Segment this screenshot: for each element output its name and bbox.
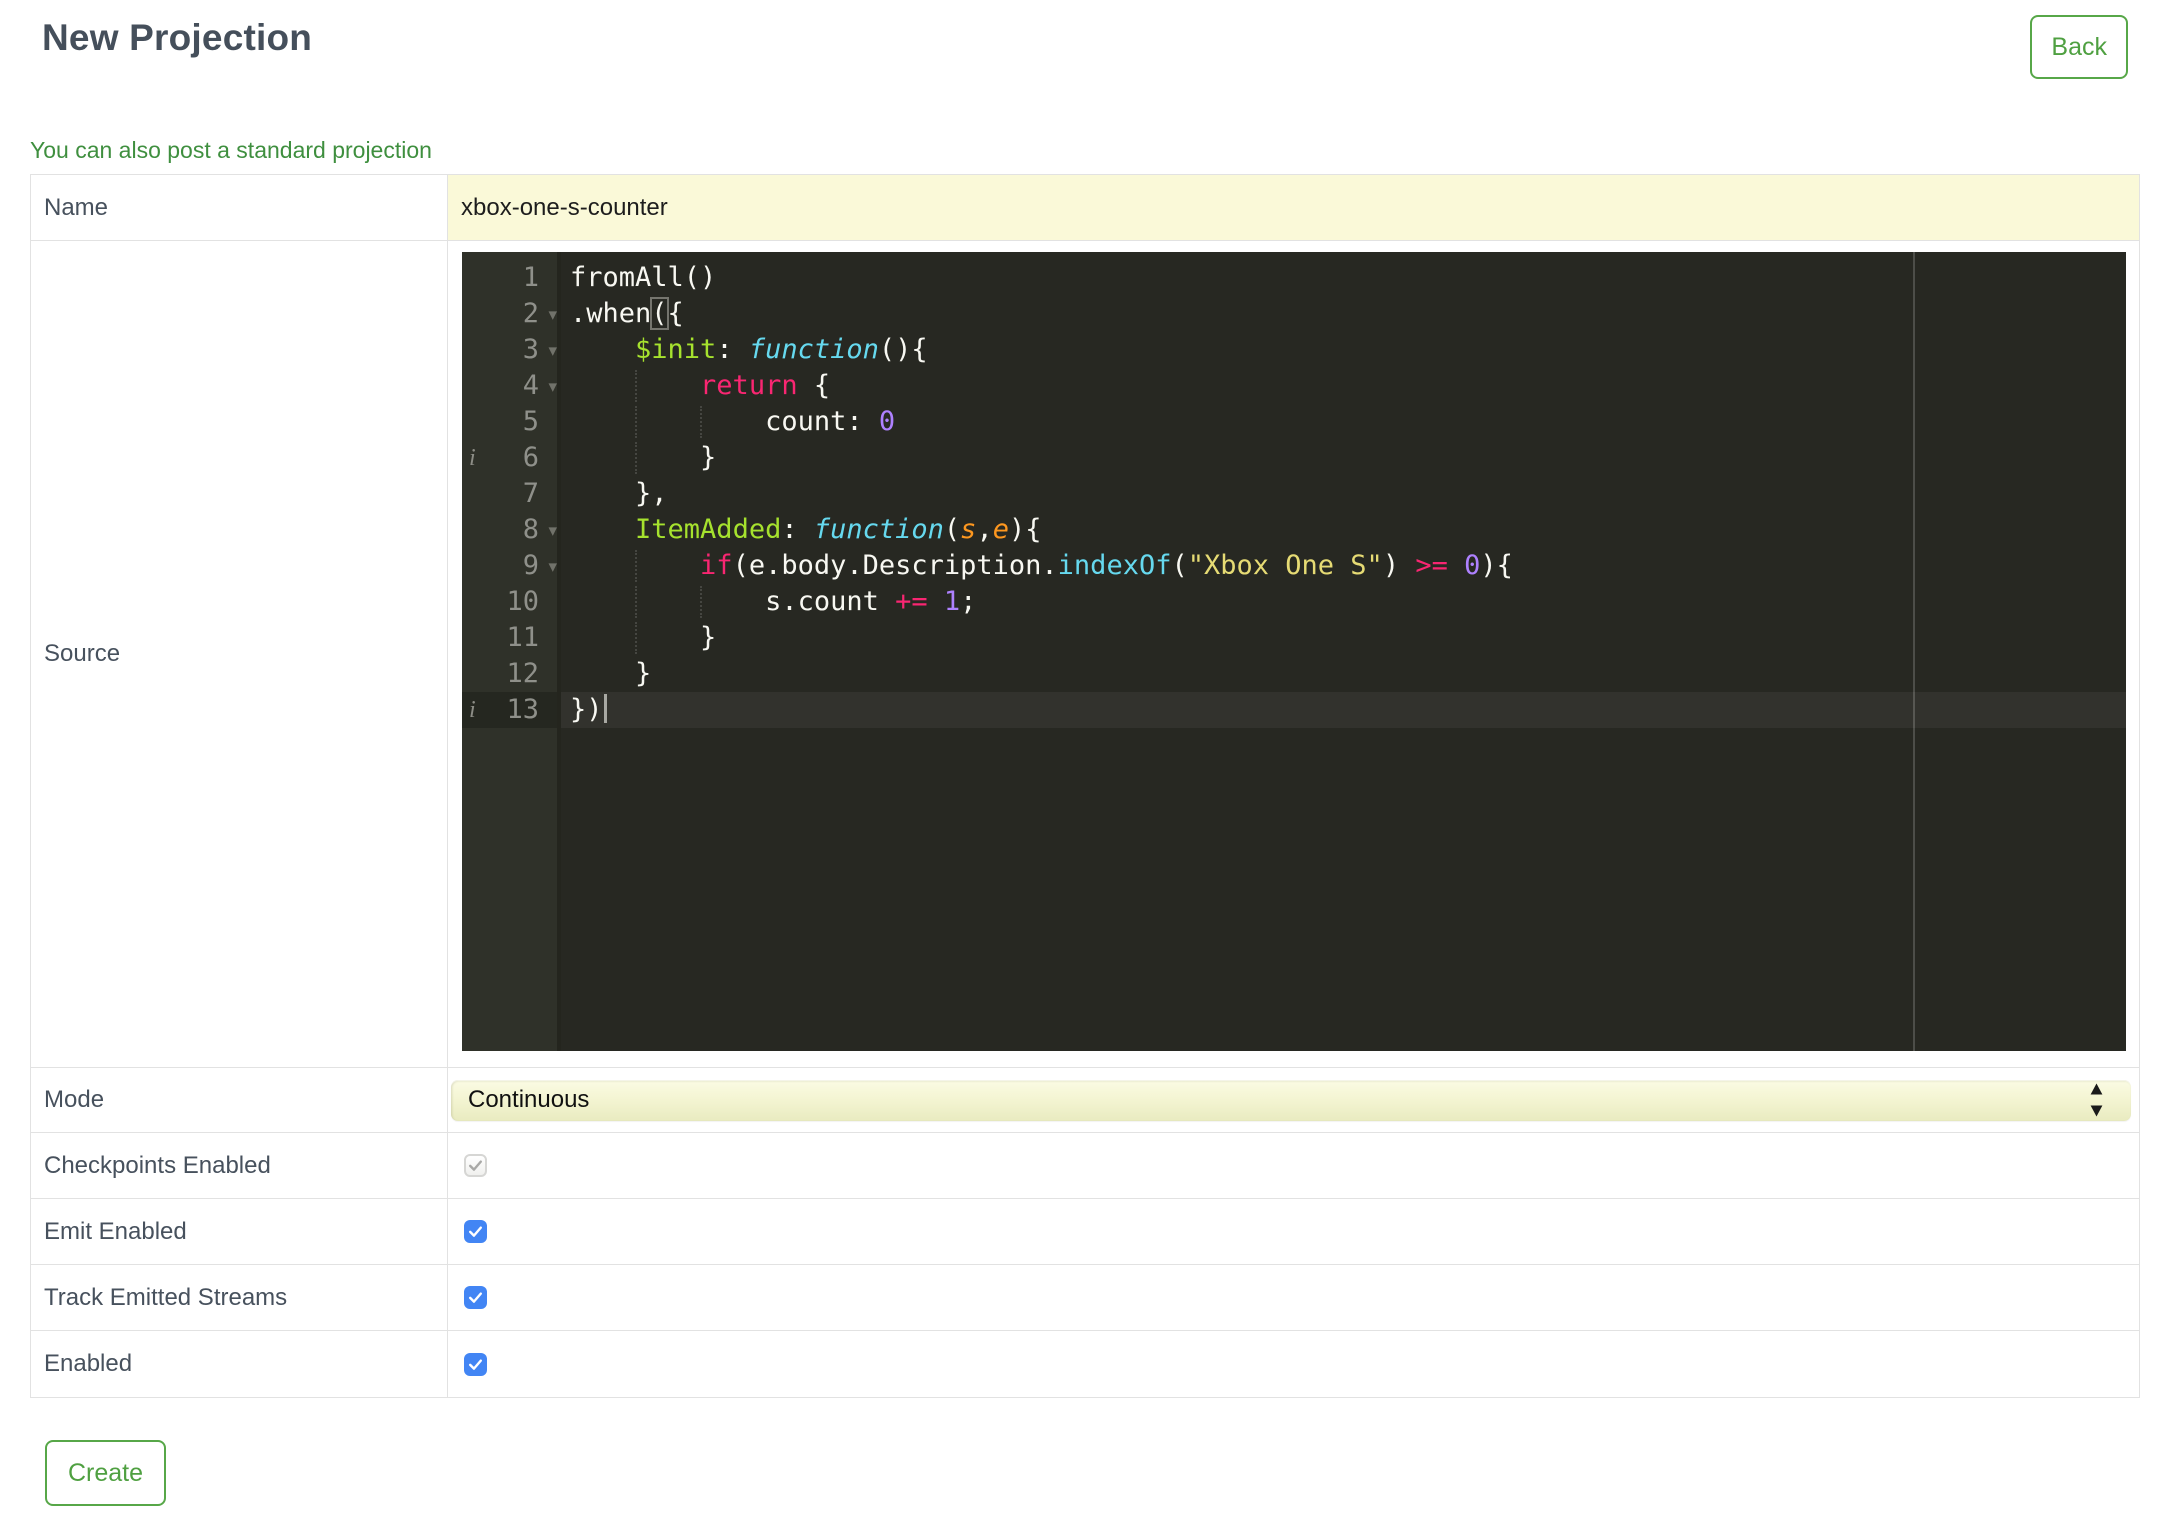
gutter-line-10: 10 (462, 584, 557, 620)
standard-projection-link[interactable]: You can also post a standard projection (30, 137, 432, 164)
source-label: Source (31, 241, 448, 1067)
mode-cell: Continuous (448, 1068, 2139, 1132)
checkmark-icon (468, 1292, 483, 1303)
line-number: 1 (522, 262, 539, 293)
code-line-8[interactable]: ItemAdded: function(s,e){ (561, 512, 2126, 548)
checkpoints-enabled-label: Checkpoints Enabled (31, 1133, 448, 1198)
mode-select[interactable]: Continuous (451, 1079, 2131, 1121)
projection-form: Name Source 12▾3▾4▾5i678▾9▾101112i13 fro… (30, 174, 2140, 1398)
back-button[interactable]: Back (2030, 15, 2128, 79)
code-line-11[interactable]: } (561, 620, 2126, 656)
gutter-line-12: 12 (462, 656, 557, 692)
code-line-6[interactable]: } (561, 440, 2126, 476)
line-number: 7 (522, 478, 539, 509)
line-number: 5 (522, 406, 539, 437)
code-fold-icon[interactable]: ▾ (548, 297, 557, 333)
info-annotation-icon: i (469, 697, 476, 723)
gutter-line-8: 8 ▾ (462, 512, 557, 548)
name-label: Name (31, 175, 448, 240)
track-emitted-streams-checkbox[interactable] (464, 1286, 487, 1309)
form-row-emit-enabled: Emit Enabled (31, 1199, 2139, 1265)
page-header: New Projection Back (0, 0, 2166, 79)
indent-guide (635, 622, 638, 654)
form-row-track-emitted-streams: Track Emitted Streams (31, 1265, 2139, 1331)
indent-guide (635, 586, 638, 618)
gutter-line-3: 3 ▾ (462, 332, 557, 368)
code-fold-icon[interactable]: ▾ (548, 333, 557, 369)
enabled-label: Enabled (31, 1331, 448, 1397)
gutter-line-2: 2 ▾ (462, 296, 557, 332)
projection-name-input[interactable] (448, 175, 2139, 240)
select-arrows-icon (2089, 1082, 2104, 1119)
info-annotation-icon: i (469, 445, 476, 471)
track-emitted-streams-label: Track Emitted Streams (31, 1265, 448, 1330)
code-line-7[interactable]: }, (561, 476, 2126, 512)
checkmark-icon (468, 1160, 483, 1171)
code-line-3[interactable]: $init: function(){ (561, 332, 2126, 368)
indent-guide (635, 370, 638, 402)
line-number: 10 (506, 586, 539, 617)
line-number: 4 (522, 370, 539, 401)
gutter-line-11: 11 (462, 620, 557, 656)
code-fold-icon[interactable]: ▾ (548, 549, 557, 585)
code-line-10[interactable]: s.count += 1; (561, 584, 2126, 620)
text-cursor (603, 694, 607, 723)
form-row-checkpoints-enabled: Checkpoints Enabled (31, 1133, 2139, 1199)
code-line-2[interactable]: .when({ (561, 296, 2126, 332)
indent-guide (700, 586, 703, 618)
form-row-source: Source 1 2 ▾ 3 ▾ 4 ▾ 5 i 6 7 8 ▾ 9 ▾ 10 11 12 i 13 fromAll(… (31, 241, 2139, 1068)
emit-enabled-label: Emit Enabled (31, 1199, 448, 1264)
gutter-line-5: 5 (462, 404, 557, 440)
code-line-13[interactable]: }) (561, 692, 2126, 728)
form-row-name: Name (31, 175, 2139, 241)
line-number: 6 (522, 442, 539, 473)
gutter-line-1: 1 (462, 260, 557, 296)
line-number: 12 (506, 658, 539, 689)
indent-guide (700, 406, 703, 438)
code-fold-icon[interactable]: ▾ (548, 513, 557, 549)
indent-guide (635, 442, 638, 474)
name-field-cell (448, 175, 2139, 240)
editor-code-area[interactable]: fromAll() .when({ $init: function(){ retu… (561, 252, 2126, 1051)
checkpoints-enabled-checkbox (464, 1154, 487, 1177)
form-row-mode: Mode Continuous (31, 1068, 2139, 1133)
gutter-line-9: 9 ▾ (462, 548, 557, 584)
line-number: 8 (522, 514, 539, 545)
code-line-4[interactable]: return { (561, 368, 2126, 404)
form-row-enabled: Enabled (31, 1331, 2139, 1397)
line-number: 11 (506, 622, 539, 653)
checkmark-icon (468, 1226, 483, 1237)
source-code-editor[interactable]: 1 2 ▾ 3 ▾ 4 ▾ 5 i 6 7 8 ▾ 9 ▾ 10 11 12 i 13 fromAll() .when(… (462, 252, 2126, 1051)
indent-guide (635, 406, 638, 438)
page-title: New Projection (42, 17, 313, 58)
print-margin-line (1913, 252, 1915, 1051)
emit-enabled-checkbox[interactable] (464, 1220, 487, 1243)
gutter-line-4: 4 ▾ (462, 368, 557, 404)
line-number: 9 (522, 550, 539, 581)
mode-selected-value: Continuous (468, 1086, 590, 1113)
code-fold-icon[interactable]: ▾ (548, 369, 557, 405)
mode-label: Mode (31, 1068, 448, 1132)
line-number: 13 (506, 694, 539, 725)
code-line-9[interactable]: if(e.body.Description.indexOf("Xbox One … (561, 548, 2126, 584)
create-button[interactable]: Create (45, 1440, 167, 1506)
new-projection-page: New Projection Back You can also post a … (0, 0, 2166, 1513)
editor-gutter: 1 2 ▾ 3 ▾ 4 ▾ 5 i 6 7 8 ▾ 9 ▾ 10 11 12 i 13 (462, 252, 561, 1051)
source-cell: 1 2 ▾ 3 ▾ 4 ▾ 5 i 6 7 8 ▾ 9 ▾ 10 11 12 i 13 fromAll() .when(… (448, 241, 2139, 1067)
line-number: 2 (522, 298, 539, 329)
gutter-line-13: i 13 (462, 692, 557, 728)
indent-guide (635, 550, 638, 582)
gutter-line-6: i6 (462, 440, 557, 476)
checkmark-icon (468, 1358, 483, 1370)
code-line-1[interactable]: fromAll() (561, 260, 2126, 296)
code-line-12[interactable]: } (561, 656, 2126, 692)
code-line-5[interactable]: count: 0 (561, 404, 2126, 440)
gutter-line-7: 7 (462, 476, 557, 512)
line-number: 3 (522, 334, 539, 365)
enabled-checkbox[interactable] (464, 1352, 487, 1376)
